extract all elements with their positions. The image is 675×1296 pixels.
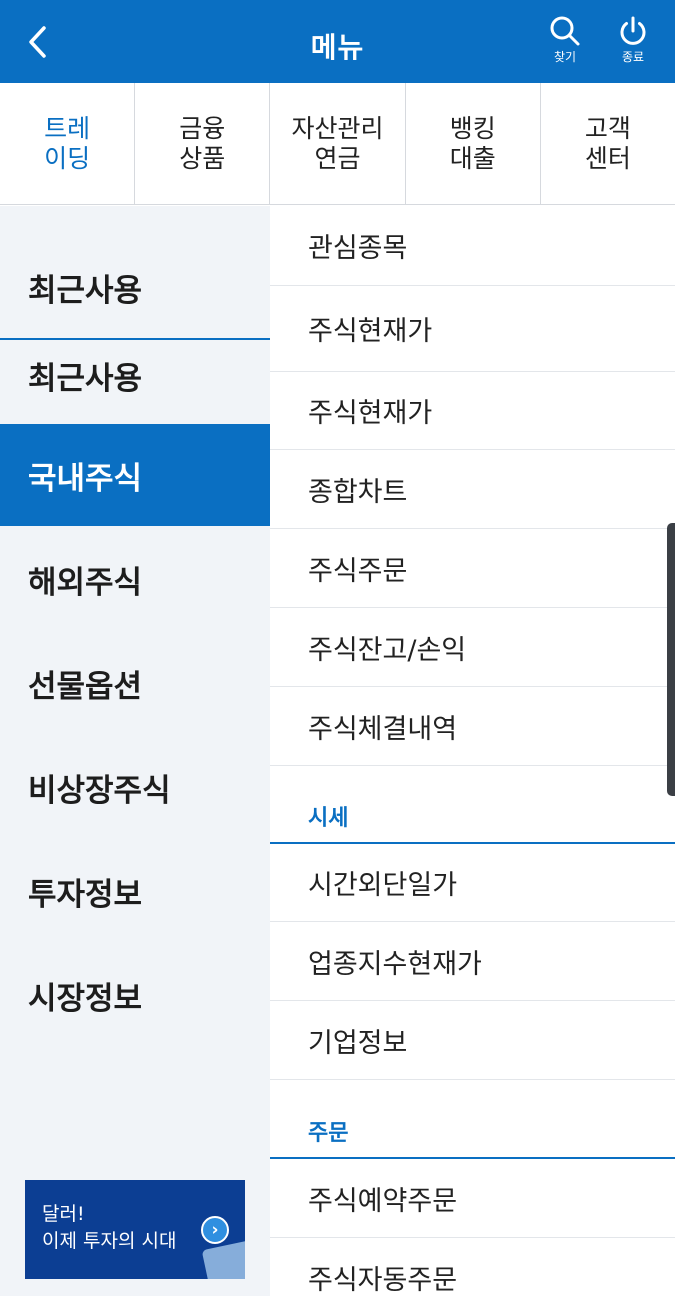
card-illustration	[201, 1238, 245, 1279]
menu-item-sector-index[interactable]: 업종지수현재가	[270, 922, 675, 1001]
menu-item-company-info[interactable]: 기업정보	[270, 1001, 675, 1080]
tab-label: 상품	[179, 143, 226, 173]
left-tab-recent[interactable]: 최근사용	[0, 236, 270, 340]
category-tabs: 트레 이딩 금융 상품 자산관리 연금 뱅킹 대출 고객 센터	[0, 83, 675, 205]
left-tab-unlisted-stock[interactable]: 비상장주식	[0, 736, 270, 838]
tab-label: 대출	[449, 143, 496, 173]
tab-label: 금융	[179, 113, 226, 143]
menu-item-balance[interactable]: 주식잔고/손익	[270, 608, 675, 687]
exit-label: 종료	[621, 50, 645, 64]
promo-banner[interactable]: 달러! 이제 투자의 시대 ›	[25, 1180, 245, 1279]
tab-label: 뱅킹	[449, 113, 496, 143]
submenu-list: 관심종목 주식현재가 주식현재가 종합차트 주식주문 주식잔고/손익 주식체결내…	[270, 206, 675, 1296]
menu-item-after-hours[interactable]: 시간외단일가	[270, 844, 675, 922]
left-tab-futures-options[interactable]: 선물옵션	[0, 632, 270, 734]
tab-label: 센터	[584, 143, 631, 173]
left-tab-market-info[interactable]: 시장정보	[0, 944, 270, 1046]
tab-label: 트레	[44, 113, 91, 143]
menu-item-reserved-order[interactable]: 주식예약주문	[270, 1159, 675, 1238]
left-tab-recent-sticky[interactable]: 최근사용	[0, 326, 270, 424]
tab-financial-products[interactable]: 금융 상품	[135, 83, 271, 204]
chevron-right-icon: ›	[201, 1216, 229, 1244]
tab-label: 자산관리	[291, 113, 384, 143]
menu-item-execution-history[interactable]: 주식체결내역	[270, 687, 675, 766]
section-header-order: 주문	[270, 1080, 675, 1159]
scrollbar[interactable]	[667, 523, 675, 796]
menu-item-watchlist[interactable]: 관심종목	[270, 206, 675, 286]
banner-line1: 달러!	[42, 1203, 85, 1225]
banner-line2: 이제 투자의 시대	[42, 1230, 177, 1252]
search-label: 찾기	[553, 50, 577, 64]
exit-button[interactable]: 종료	[610, 14, 656, 74]
tab-asset-management[interactable]: 자산관리 연금	[270, 83, 406, 204]
menu-item-auto-order[interactable]: 주식자동주문	[270, 1238, 675, 1296]
tab-label: 고객	[584, 113, 631, 143]
menu-item-stock-order[interactable]: 주식주문	[270, 529, 675, 608]
menu-item-chart[interactable]: 종합차트	[270, 450, 675, 529]
tab-customer-center[interactable]: 고객 센터	[541, 83, 675, 204]
left-tab-investment-info[interactable]: 투자정보	[0, 840, 270, 942]
left-menu: 최근사용 최근사용 국내주식 해외주식 선물옵션 비상장주식 투자정보 시장정보	[0, 206, 270, 1296]
power-icon	[620, 16, 646, 45]
left-tab-overseas-stock[interactable]: 해외주식	[0, 528, 270, 630]
top-bar: 메뉴 찾기 종료	[0, 0, 675, 83]
tab-banking[interactable]: 뱅킹 대출	[406, 83, 541, 204]
left-tab-domestic-stock[interactable]: 국내주식	[0, 424, 270, 526]
section-header-quote: 시세	[270, 766, 675, 844]
menu-item-stock-price-2[interactable]: 주식현재가	[270, 372, 675, 450]
search-icon	[550, 16, 580, 46]
search-button[interactable]: 찾기	[542, 14, 588, 74]
menu-item-stock-price[interactable]: 주식현재가	[270, 286, 675, 372]
tab-label: 이딩	[44, 143, 91, 173]
tab-trading[interactable]: 트레 이딩	[0, 83, 136, 204]
tab-label: 연금	[314, 143, 361, 173]
